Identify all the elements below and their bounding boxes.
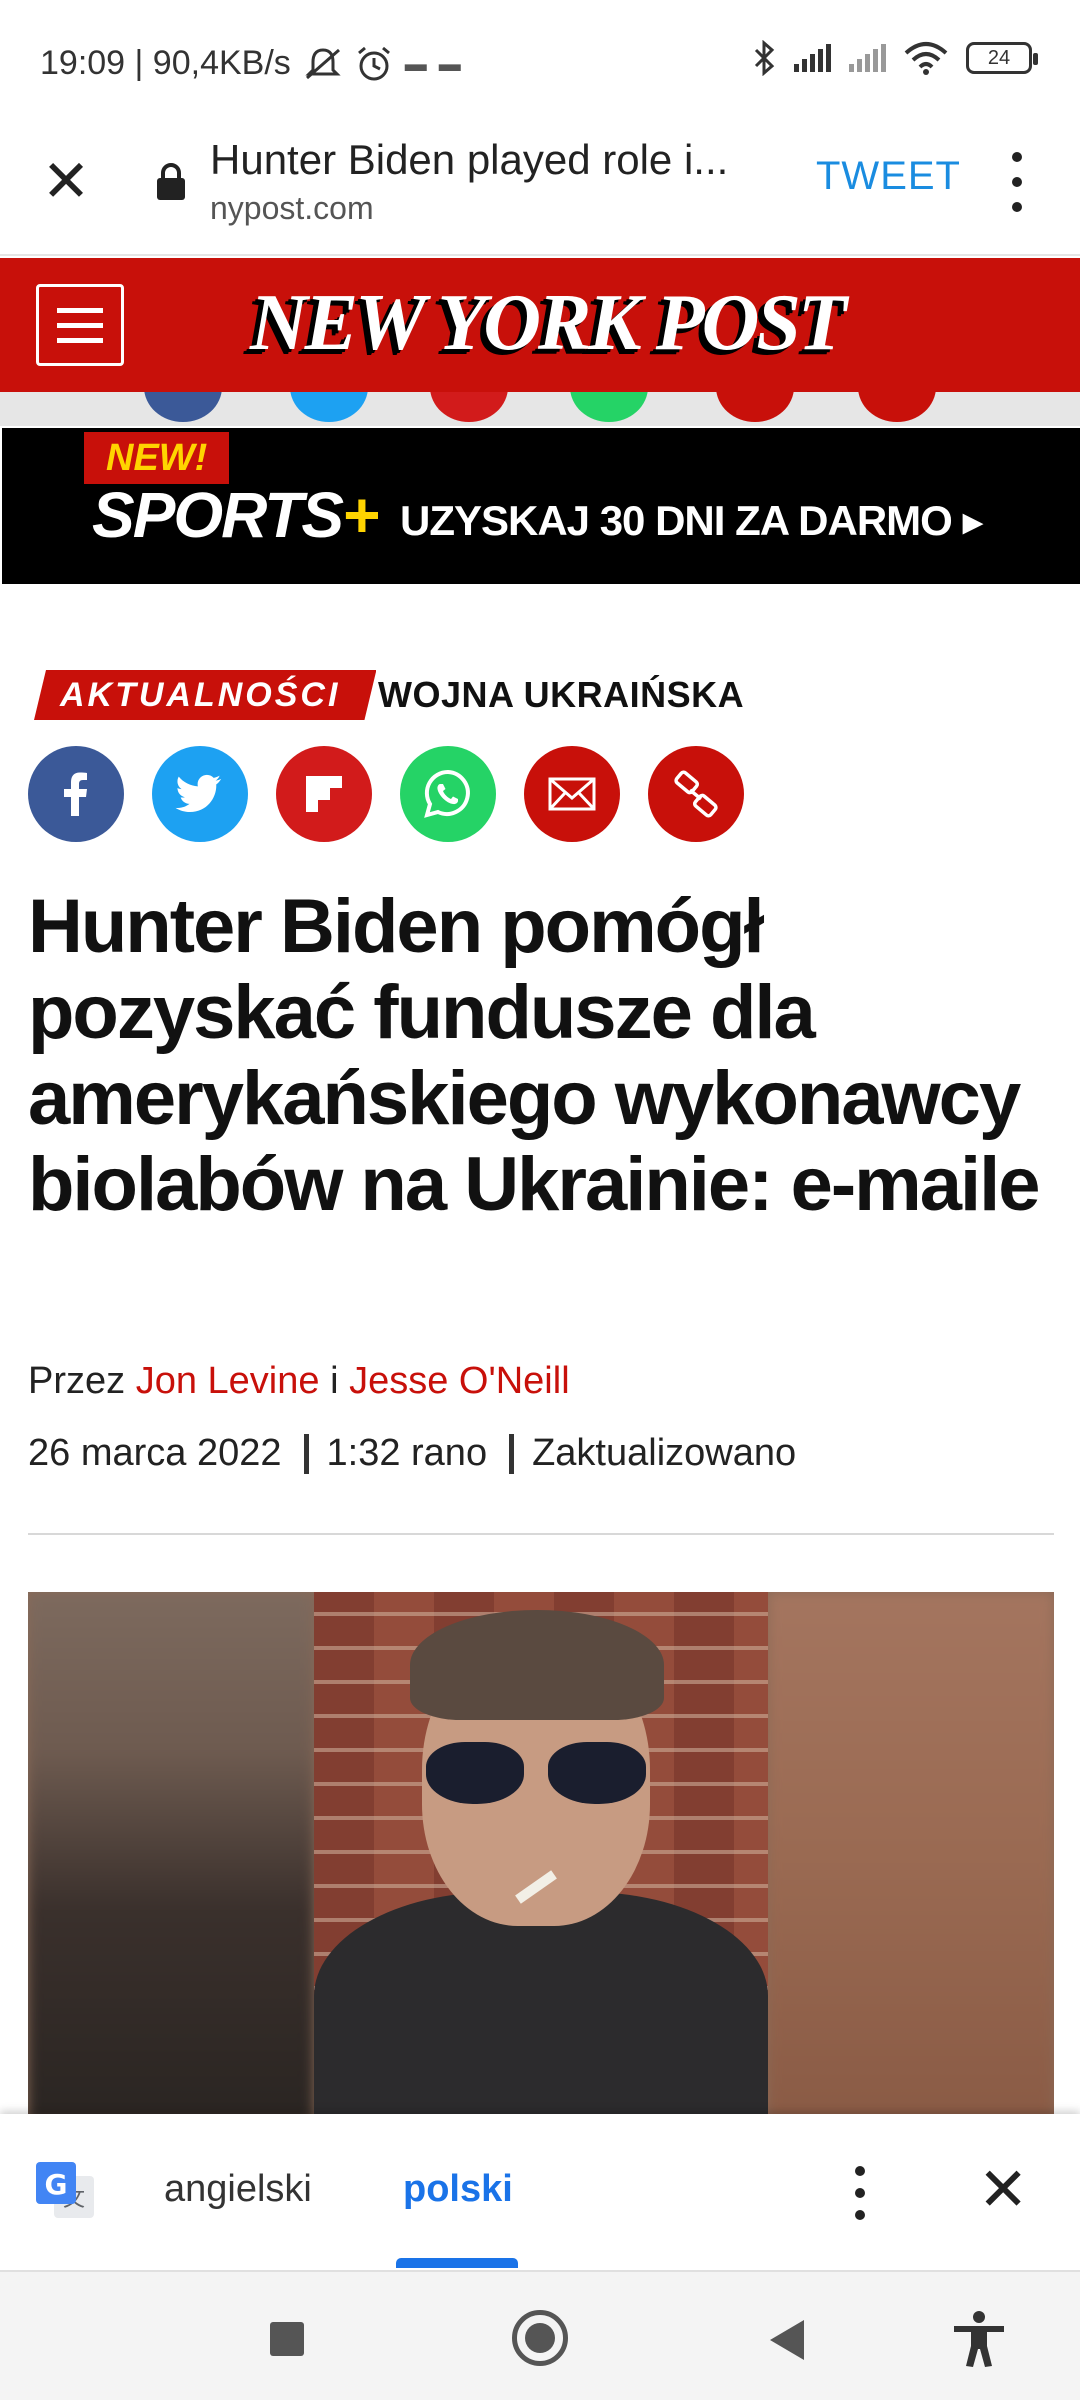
divider [28, 1533, 1054, 1535]
photo-hair [410, 1610, 664, 1720]
page-domain[interactable]: nypost.com [210, 190, 374, 227]
ad-plus-sign: + [342, 479, 379, 551]
link-icon [674, 770, 718, 818]
page-title[interactable]: Hunter Biden played role i... [210, 136, 770, 184]
translate-bar: 文 G angielski polski ✕ [0, 2114, 1080, 2270]
photo-sunglasses [426, 1742, 646, 1804]
svg-text:G: G [45, 2168, 68, 2201]
alarm-icon [357, 46, 390, 80]
battery-icon: 24 [966, 42, 1038, 74]
signal-icon [794, 44, 831, 72]
bluetooth-icon [754, 40, 775, 76]
status-bar: 19:09 | 90,4KB/s ▬ ▬ 24 [0, 0, 1080, 128]
photo-jacket [314, 1892, 768, 2122]
facebook-icon [64, 772, 87, 816]
separator [303, 1433, 309, 1474]
wifi-icon [904, 42, 948, 75]
ad-sports-word: SPORTS [92, 479, 344, 551]
home-icon[interactable] [512, 2310, 568, 2366]
scrolled-share-strip [0, 392, 1080, 426]
tweet-button[interactable]: TWEET [816, 154, 961, 199]
more-menu-icon[interactable] [1002, 152, 1032, 212]
source-language-tab[interactable]: angielski [164, 2168, 312, 2211]
hamburger-menu-icon[interactable] [36, 284, 124, 366]
article-headline: Hunter Biden pomógł pozyskać fundusze dl… [28, 884, 1041, 1227]
accessibility-icon[interactable] [946, 2306, 1012, 2372]
ad-new-badge: NEW! [84, 432, 230, 484]
ad-sports-logo: SPORTS+ [92, 478, 379, 552]
browser-toolbar: ✕ Hunter Biden played role i... nypost.c… [0, 128, 1080, 256]
separator [509, 1433, 515, 1474]
status-time: 19:09 | 90,4KB/s [40, 44, 291, 82]
active-tab-indicator [396, 2258, 518, 2268]
whatsapp-icon [424, 769, 470, 818]
site-header: NEW YORK POST [0, 258, 1080, 392]
share-buttons [28, 746, 744, 842]
author-link[interactable]: Jesse O'Neill [349, 1360, 570, 1402]
status-left: 19:09 | 90,4KB/s ▬ ▬ [40, 44, 461, 83]
byline-prefix: Przez [28, 1360, 126, 1402]
close-icon[interactable]: ✕ [40, 153, 92, 211]
signal-icon [849, 44, 886, 72]
flipboard-share-button[interactable] [276, 746, 372, 842]
publish-date: 26 marca 2022 [28, 1432, 282, 1474]
author-link[interactable]: Jon Levine [136, 1360, 320, 1402]
status-right: 24 [752, 40, 1038, 76]
site-logo[interactable]: NEW YORK POST [250, 278, 847, 369]
notification-icon: ▬ [404, 50, 427, 76]
email-share-button[interactable] [524, 746, 620, 842]
email-icon [548, 777, 596, 811]
back-icon[interactable] [770, 2320, 804, 2360]
ad-cta[interactable]: UZYSKAJ 30 DNI ZA DARMO ▸ [400, 496, 984, 545]
photo-blur-left [28, 1592, 314, 2122]
twitter-icon [175, 774, 222, 812]
close-icon[interactable]: ✕ [978, 2160, 1028, 2220]
copy-link-share-button[interactable] [648, 746, 744, 842]
dateline: 26 marca 2022 1:32 rano Zaktualizowano [28, 1432, 796, 1475]
facebook-share-button[interactable] [28, 746, 124, 842]
lock-icon[interactable] [154, 162, 188, 202]
whatsapp-share-button[interactable] [400, 746, 496, 842]
updated-label[interactable]: Zaktualizowano [532, 1432, 796, 1475]
photo-main [314, 1592, 768, 2122]
twitter-share-button[interactable] [152, 746, 248, 842]
google-translate-icon[interactable]: 文 G [34, 2160, 96, 2222]
publish-time: 1:32 rano [326, 1432, 488, 1474]
topic-link[interactable]: WOJNA UKRAIŃSKA [378, 674, 744, 716]
category-tag[interactable]: AKTUALNOŚCI [34, 670, 376, 720]
target-language-tab[interactable]: polski [403, 2168, 513, 2211]
recents-icon[interactable] [270, 2322, 304, 2356]
notification-icon: ▬ [438, 50, 461, 76]
system-nav-bar [0, 2270, 1080, 2400]
mute-icon [305, 47, 341, 79]
byline-and: i [330, 1360, 339, 1402]
sports-plus-ad[interactable]: NEW! SPORTS+ UZYSKAJ 30 DNI ZA DARMO ▸ [2, 428, 1080, 584]
flipboard-icon [306, 776, 342, 812]
translate-more-icon[interactable] [846, 2166, 874, 2220]
byline: Przez Jon Levine i Jesse O'Neill [28, 1360, 570, 1403]
article-photo[interactable] [28, 1592, 1054, 2122]
photo-blur-right [768, 1592, 1054, 2122]
